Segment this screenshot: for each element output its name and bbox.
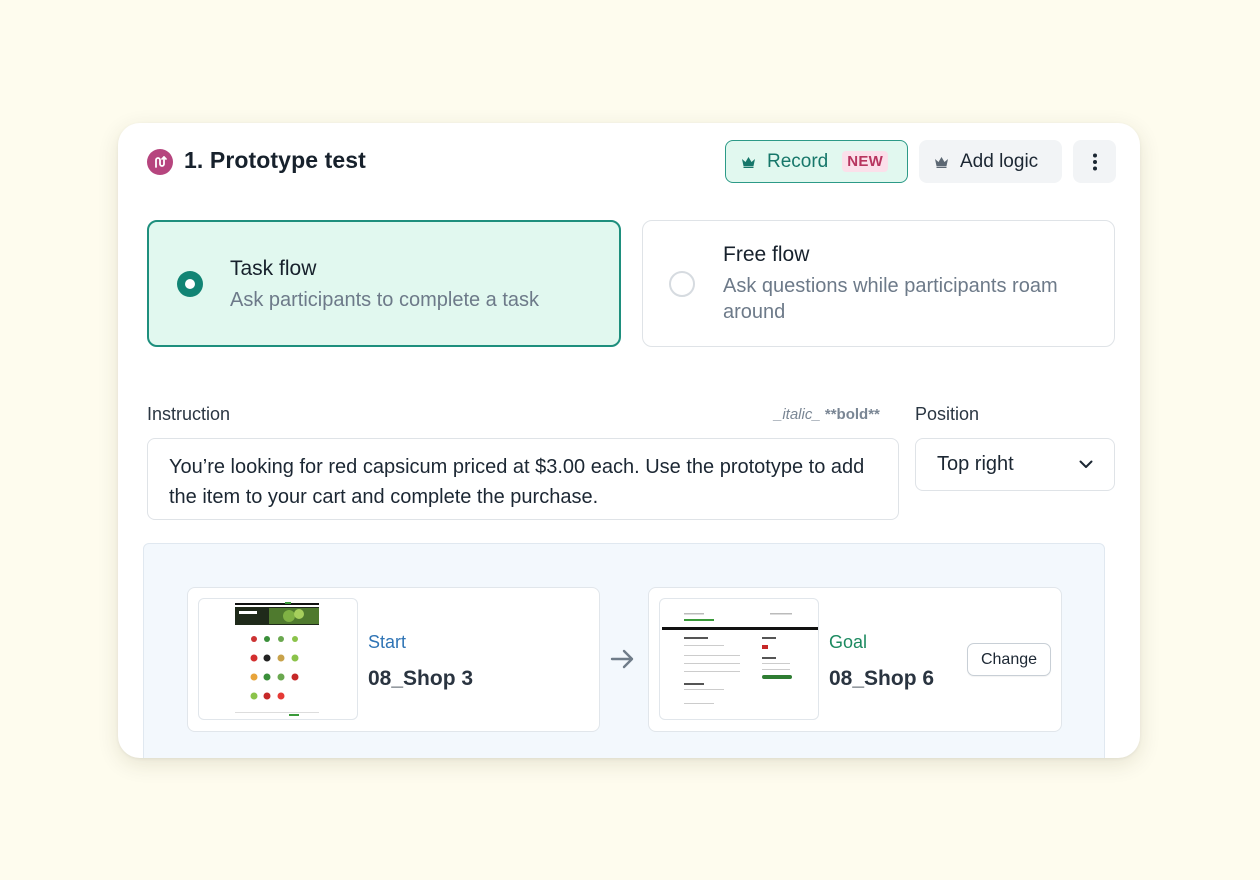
record-label: Record [767,150,829,172]
task-flow-description: Ask participants to complete a task [230,289,540,311]
goal-screen-name: 08_Shop 6 [829,667,935,690]
format-hint: _italic_ **bold** [774,406,880,423]
radio-unselected-icon[interactable] [669,271,695,297]
radio-selected-icon[interactable] [177,271,203,297]
record-button[interactable]: Record NEW [725,140,908,183]
start-label: Start [368,632,407,652]
instruction-textarea[interactable]: You’re looking for red capsicum priced a… [147,438,899,520]
position-value: Top right [937,453,1014,475]
format-hint-italic: _italic_ [774,406,821,423]
screen-flow-area: Start 08_Shop 3 Goal 08_Shop 6 Change [143,543,1105,758]
free-flow-title: Free flow [723,243,810,266]
kebab-menu-icon [1092,153,1097,170]
position-select[interactable]: Top right [915,438,1115,491]
position-label: Position [915,404,980,424]
free-flow-option[interactable]: Free flow Ask questions while participan… [642,220,1115,347]
new-badge: NEW [842,151,889,172]
more-options-button[interactable] [1073,140,1116,183]
crown-icon [742,156,755,168]
arrow-right-icon [610,648,636,675]
goal-label: Goal [829,632,868,652]
prototype-test-icon [147,149,173,175]
start-screen-name: 08_Shop 3 [368,667,474,690]
instruction-label: Instruction [147,404,231,424]
goal-screen-card[interactable]: Goal 08_Shop 6 Change [648,587,1062,732]
crown-icon [935,156,948,168]
change-button[interactable]: Change [967,643,1051,676]
prototype-test-card: 1. Prototype test Record NEW Add logic T… [118,123,1140,758]
chevron-down-icon [1079,460,1093,468]
start-screen-thumbnail [198,598,358,720]
task-flow-option[interactable]: Task flow Ask participants to complete a… [147,220,621,347]
format-hint-bold: **bold** [824,406,880,423]
goal-screen-thumbnail [659,598,819,720]
start-screen-card[interactable]: Start 08_Shop 3 [187,587,600,732]
page-title: 1. Prototype test [184,147,366,173]
add-logic-button[interactable]: Add logic [919,140,1062,183]
add-logic-label: Add logic [960,150,1039,172]
free-flow-description: Ask questions while participants roam ar… [723,275,1058,323]
card-header: 1. Prototype test Record NEW Add logic [118,123,1140,203]
task-flow-title: Task flow [230,257,317,280]
